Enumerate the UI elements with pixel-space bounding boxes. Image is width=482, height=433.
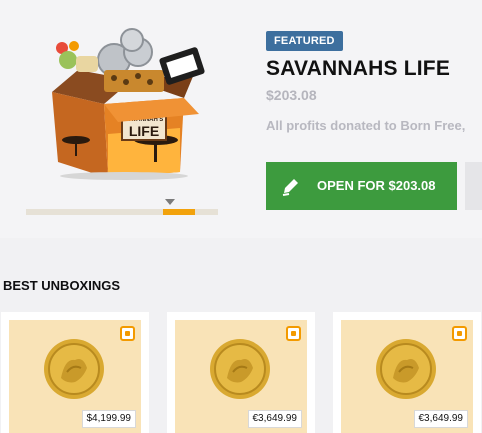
gold-coin-image xyxy=(210,339,270,399)
box-label-main: LIFE xyxy=(129,123,159,139)
unboxing-card[interactable]: $4,199.99 xyxy=(1,312,149,433)
item-price-tag: $4,199.99 xyxy=(81,410,136,428)
featured-panel: SAVANNAH'S LIFE FEATURED SAVANNAHS LIFE … xyxy=(0,0,482,238)
box-description: All profits donated to Born Free, xyxy=(266,118,466,133)
unboxing-card[interactable]: €3,649.99 xyxy=(167,312,315,433)
pen-icon xyxy=(282,179,298,196)
secondary-action-button[interactable] xyxy=(465,162,482,210)
mystery-box-image: SAVANNAH'S LIFE xyxy=(52,28,205,180)
odds-slider-track[interactable] xyxy=(26,209,218,215)
box-price: $203.08 xyxy=(266,87,317,103)
card-image-area: €3,649.99 xyxy=(175,320,307,433)
rarity-square-icon xyxy=(452,326,467,341)
item-price-tag: €3,649.99 xyxy=(413,410,468,428)
unboxing-card[interactable]: €3,649.99 xyxy=(333,312,481,433)
gold-coin-image xyxy=(376,339,436,399)
slider-pointer-icon xyxy=(165,199,175,205)
card-image-area: €3,649.99 xyxy=(341,320,473,433)
featured-badge: FEATURED xyxy=(266,31,343,51)
open-box-label: OPEN FOR $203.08 xyxy=(317,178,436,193)
open-box-button[interactable]: OPEN FOR $203.08 xyxy=(266,162,457,210)
rarity-square-icon xyxy=(120,326,135,341)
gold-coin-image xyxy=(44,339,104,399)
card-image-area: $4,199.99 xyxy=(9,320,141,433)
item-price-tag: €3,649.99 xyxy=(247,410,302,428)
section-title: BEST UNBOXINGS xyxy=(3,278,121,293)
odds-slider-fill xyxy=(162,209,195,215)
box-title: SAVANNAHS LIFE xyxy=(266,57,451,80)
rarity-square-icon xyxy=(286,326,301,341)
